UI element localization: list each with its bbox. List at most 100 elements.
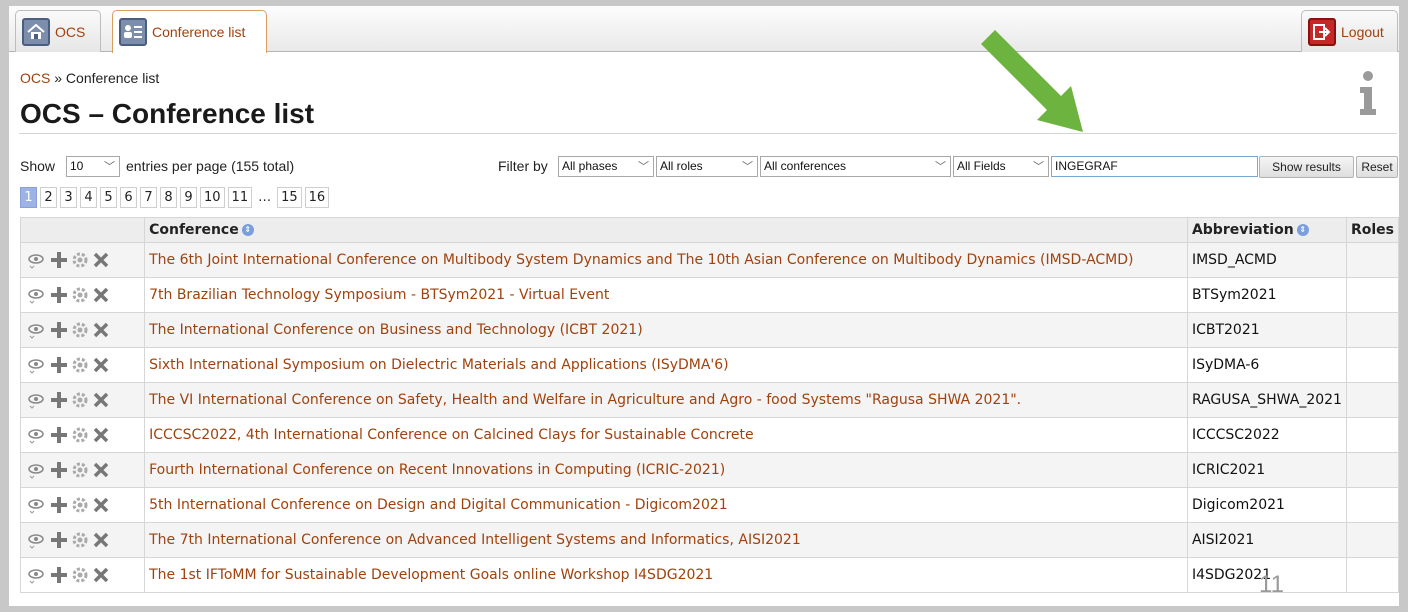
tab-label: Conference list <box>152 24 246 40</box>
add-icon[interactable] <box>50 426 68 444</box>
phase-filter-value: All phases <box>562 159 618 173</box>
roles-cell <box>1345 487 1400 523</box>
gear-icon[interactable] <box>71 356 89 374</box>
logout-button[interactable]: Logout <box>1301 10 1398 52</box>
page-link[interactable]: 4 <box>80 187 97 208</box>
gear-icon[interactable] <box>71 286 89 304</box>
add-icon[interactable] <box>50 286 68 304</box>
row-actions-cell <box>19 382 146 418</box>
conference-link[interactable]: The VI International Conference on Safet… <box>144 382 1188 418</box>
view-icon[interactable] <box>27 495 47 515</box>
row-actions <box>21 383 144 417</box>
gear-icon[interactable] <box>71 426 89 444</box>
add-icon[interactable] <box>50 496 68 514</box>
info-icon[interactable] <box>1355 70 1381 116</box>
view-icon[interactable] <box>27 390 47 410</box>
breadcrumb: OCS » Conference list <box>20 70 159 86</box>
roles-cell <box>1345 277 1400 313</box>
gear-icon[interactable] <box>71 321 89 339</box>
tab-conference-list[interactable]: Conference list <box>112 10 267 53</box>
delete-icon[interactable] <box>92 286 110 304</box>
page-link[interactable]: 15 <box>277 187 302 208</box>
delete-icon[interactable] <box>92 356 110 374</box>
page-link[interactable]: 3 <box>60 187 77 208</box>
view-icon[interactable] <box>27 530 47 550</box>
page-link[interactable]: 10 <box>200 187 225 208</box>
add-icon[interactable] <box>50 566 68 584</box>
chevron-down-icon: ﹀ <box>104 161 115 173</box>
delete-icon[interactable] <box>92 496 110 514</box>
sort-icon[interactable]: ⇕ <box>1296 224 1309 236</box>
actions-header <box>19 217 146 243</box>
view-icon[interactable] <box>27 460 47 480</box>
gear-icon[interactable] <box>71 531 89 549</box>
conference-link[interactable]: 5th International Conference on Design a… <box>144 487 1188 523</box>
conference-link[interactable]: The 1st IFToMM for Sustainable Developme… <box>144 557 1188 593</box>
delete-icon[interactable] <box>92 391 110 409</box>
gear-icon[interactable] <box>71 496 89 514</box>
show-label: Show <box>20 158 56 174</box>
view-icon[interactable] <box>27 425 47 445</box>
add-icon[interactable] <box>50 461 68 479</box>
tab-ocs[interactable]: OCS <box>15 10 101 52</box>
add-icon[interactable] <box>50 531 68 549</box>
gear-icon[interactable] <box>71 566 89 584</box>
row-actions-cell <box>19 557 146 593</box>
view-icon[interactable] <box>27 285 47 305</box>
search-input[interactable]: INGEGRAF <box>1051 156 1258 177</box>
logout-label: Logout <box>1341 23 1384 40</box>
view-icon[interactable] <box>27 250 47 270</box>
add-icon[interactable] <box>50 251 68 269</box>
view-icon[interactable] <box>27 565 47 585</box>
page-link[interactable]: 6 <box>120 187 137 208</box>
breadcrumb-root-link[interactable]: OCS <box>20 70 50 86</box>
table-row: The 6th Joint International Conference o… <box>19 242 1400 278</box>
conference-link[interactable]: The 6th Joint International Conference o… <box>144 242 1188 278</box>
delete-icon[interactable] <box>92 251 110 269</box>
conference-link[interactable]: 7th Brazilian Technology Symposium - BTS… <box>144 277 1188 313</box>
row-actions <box>21 348 144 382</box>
delete-icon[interactable] <box>92 461 110 479</box>
view-icon[interactable] <box>27 355 47 375</box>
add-icon[interactable] <box>50 321 68 339</box>
conference-link[interactable]: The 7th International Conference on Adva… <box>144 522 1188 558</box>
sort-icon[interactable]: ⇕ <box>241 224 254 236</box>
page-link[interactable]: 8 <box>160 187 177 208</box>
delete-icon[interactable] <box>92 531 110 549</box>
gear-icon[interactable] <box>71 251 89 269</box>
page-link[interactable]: 1 <box>20 187 37 208</box>
row-actions <box>21 488 144 522</box>
row-actions-cell <box>19 522 146 558</box>
abbreviation-cell: ICRIC2021 <box>1186 452 1347 488</box>
page-link[interactable]: 9 <box>180 187 197 208</box>
view-icon[interactable] <box>27 320 47 340</box>
add-icon[interactable] <box>50 391 68 409</box>
delete-icon[interactable] <box>92 321 110 339</box>
gear-icon[interactable] <box>71 461 89 479</box>
show-results-button[interactable]: Show results <box>1259 156 1354 178</box>
role-filter-select[interactable]: All roles ﹀ <box>656 156 758 177</box>
delete-icon[interactable] <box>92 426 110 444</box>
entries-per-page-select[interactable]: 10 ﹀ <box>66 156 120 177</box>
conference-filter-select[interactable]: All conferences ﹀ <box>760 156 951 177</box>
abbreviation-cell: RAGUSA_SHWA_2021 <box>1186 382 1347 418</box>
page-link[interactable]: 5 <box>100 187 117 208</box>
abbreviation-column-header[interactable]: Abbreviation ⇕ <box>1186 217 1347 243</box>
page-link[interactable]: 11 <box>227 187 253 208</box>
conference-link[interactable]: ICCCSC2022, 4th International Conference… <box>144 417 1188 453</box>
conference-link[interactable]: Fourth International Conference on Recen… <box>144 452 1188 488</box>
gear-icon[interactable] <box>71 391 89 409</box>
page-link[interactable]: 7 <box>140 187 157 208</box>
conference-link[interactable]: Sixth International Symposium on Dielect… <box>144 347 1188 383</box>
roles-cell <box>1345 312 1400 348</box>
phase-filter-select[interactable]: All phases ﹀ <box>558 156 654 177</box>
add-icon[interactable] <box>50 356 68 374</box>
page-link[interactable]: 16 <box>304 187 330 208</box>
delete-icon[interactable] <box>92 566 110 584</box>
conference-link[interactable]: The International Conference on Business… <box>144 312 1188 348</box>
reset-button[interactable]: Reset <box>1356 156 1398 178</box>
row-actions-cell <box>19 242 146 278</box>
page-link[interactable]: 2 <box>40 187 57 208</box>
conference-column-header[interactable]: Conference ⇕ <box>144 217 1188 243</box>
field-filter-select[interactable]: All Fields ﹀ <box>953 156 1049 177</box>
